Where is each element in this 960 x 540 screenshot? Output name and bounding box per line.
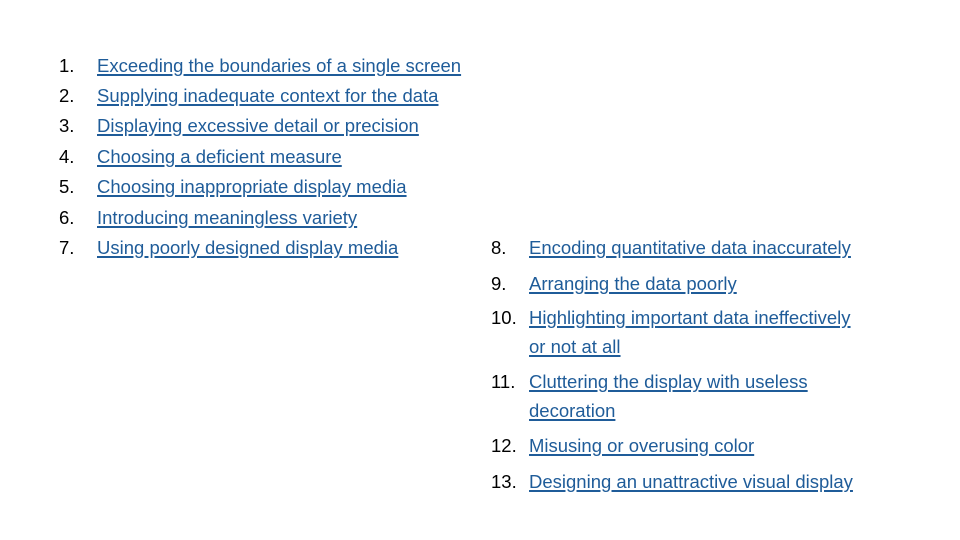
- list-item: 3. Displaying excessive detail or precis…: [59, 111, 419, 140]
- item-number: 9.: [491, 273, 507, 294]
- item-number: 8.: [491, 237, 507, 258]
- list-item: 11. Cluttering the display with useless …: [491, 367, 808, 425]
- item-link[interactable]: Supplying inadequate context for the dat…: [97, 81, 438, 110]
- item-number: 2.: [59, 85, 75, 106]
- list-item: 9. Arranging the data poorly: [491, 269, 737, 298]
- item-number: 3.: [59, 115, 75, 136]
- item-link[interactable]: Arranging the data poorly: [529, 269, 737, 298]
- item-number: 6.: [59, 207, 75, 228]
- item-link-group: Cluttering the display with useless deco…: [529, 367, 808, 425]
- item-link[interactable]: Displaying excessive detail or precision: [97, 111, 419, 140]
- item-number: 1.: [59, 55, 75, 76]
- list-item: 2. Supplying inadequate context for the …: [59, 81, 438, 110]
- item-number: 13.: [491, 471, 517, 492]
- item-number: 5.: [59, 176, 75, 197]
- item-number: 4.: [59, 146, 75, 167]
- list-item: 4. Choosing a deficient measure: [59, 142, 342, 171]
- item-number: 10.: [491, 307, 517, 328]
- item-number: 7.: [59, 237, 75, 258]
- item-link[interactable]: Misusing or overusing color: [529, 431, 754, 460]
- list-item: 1. Exceeding the boundaries of a single …: [59, 51, 461, 80]
- item-link[interactable]: Choosing inappropriate display media: [97, 172, 407, 201]
- list-item: 12. Misusing or overusing color: [491, 431, 754, 460]
- list-item: 10. Highlighting important data ineffect…: [491, 303, 851, 361]
- item-link[interactable]: Introducing meaningless variety: [97, 203, 357, 232]
- list-item: 6. Introducing meaningless variety: [59, 203, 357, 232]
- item-number: 11.: [491, 371, 516, 392]
- list-item: 5. Choosing inappropriate display media: [59, 172, 407, 201]
- item-link-continuation[interactable]: decoration: [529, 396, 615, 425]
- item-link[interactable]: Choosing a deficient measure: [97, 142, 342, 171]
- list-item: 7. Using poorly designed display media: [59, 233, 398, 262]
- item-link-group: Highlighting important data ineffectivel…: [529, 303, 851, 361]
- item-link[interactable]: Highlighting important data ineffectivel…: [529, 303, 851, 332]
- list-item: 13. Designing an unattractive visual dis…: [491, 467, 853, 496]
- item-link[interactable]: Cluttering the display with useless: [529, 367, 808, 396]
- item-link[interactable]: Using poorly designed display media: [97, 233, 398, 262]
- item-number: 12.: [491, 435, 517, 456]
- item-link-continuation[interactable]: or not at all: [529, 332, 621, 361]
- item-link[interactable]: Exceeding the boundaries of a single scr…: [97, 51, 461, 80]
- item-link[interactable]: Encoding quantitative data inaccurately: [529, 233, 851, 262]
- item-link[interactable]: Designing an unattractive visual display: [529, 467, 853, 496]
- list-item: 8. Encoding quantitative data inaccurate…: [491, 233, 851, 262]
